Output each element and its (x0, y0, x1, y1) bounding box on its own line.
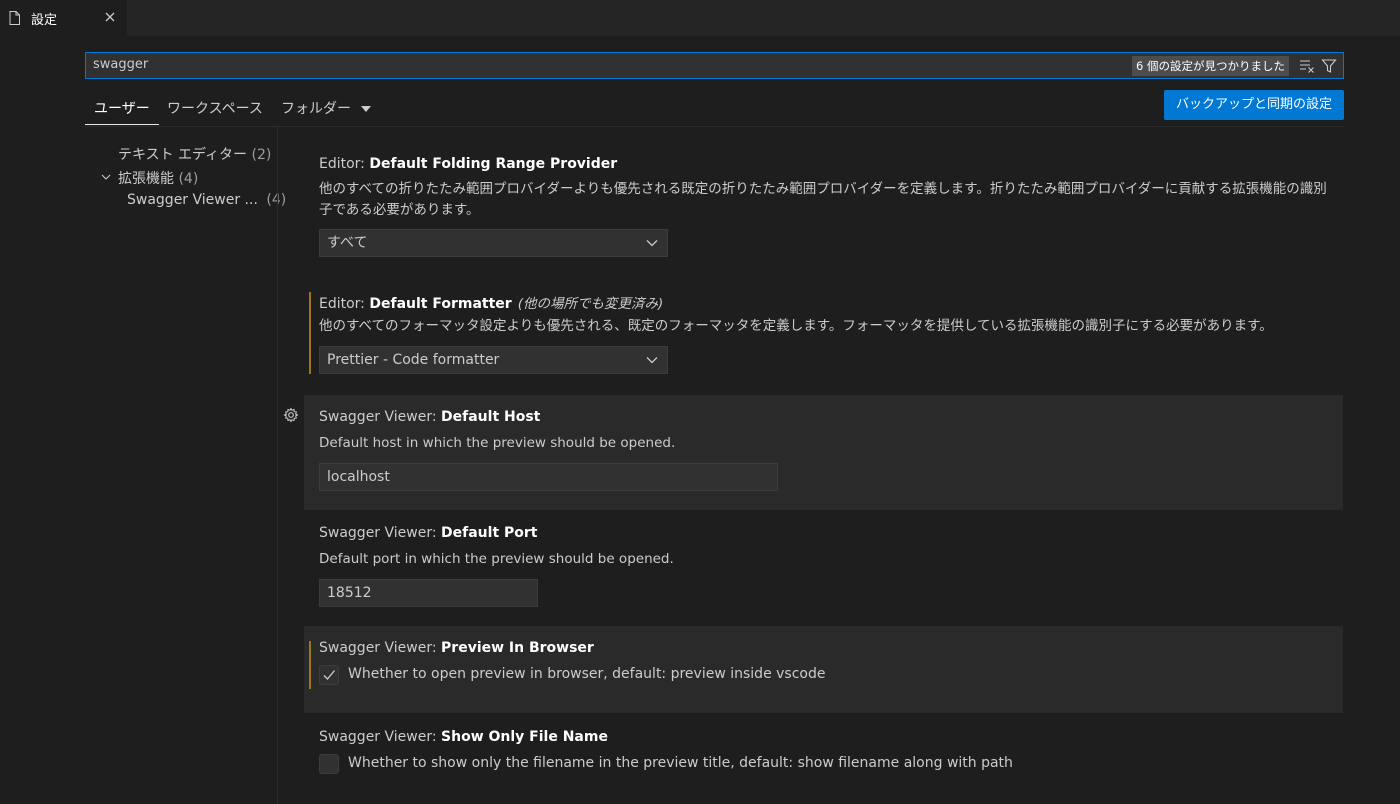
checkbox-label[interactable]: Whether to open preview in browser, defa… (348, 666, 825, 682)
active-tab-underline (85, 124, 159, 125)
toc-item-label: テキスト エディター (118, 147, 248, 163)
clear-filter-icon[interactable] (1299, 59, 1315, 73)
show-only-file-name-checkbox[interactable] (319, 754, 339, 774)
setting-title: Editor: Default Folding Range Provider (319, 156, 618, 172)
setting-default-formatter: Editor: Default Formatter (他の場所でも変更済み) 他の… (304, 280, 1343, 380)
setting-description: Default host in which the preview should… (319, 435, 676, 451)
toc-item-extensions[interactable]: 拡張機能 (4) (118, 168, 198, 188)
settings-search-input[interactable]: swagger 6 個の設定が見つかりました (85, 52, 1344, 79)
toc-item-text-editor[interactable]: テキスト エディター (2) (118, 144, 271, 164)
checkmark-icon (323, 670, 336, 680)
setting-title: Editor: Default Formatter (他の場所でも変更済み) (319, 296, 664, 312)
setting-show-only-file-name: Swagger Viewer: Show Only File Name Whet… (304, 715, 1343, 795)
toc-item-count: (2) (251, 147, 272, 163)
close-icon[interactable] (102, 9, 118, 25)
setting-title: Swagger Viewer: Preview In Browser (319, 640, 594, 656)
search-result-count: 6 個の設定が見つかりました (1132, 56, 1289, 76)
default-formatter-select[interactable]: Prettier - Code formatter (319, 346, 668, 374)
setting-title: Swagger Viewer: Default Host (319, 409, 541, 425)
modified-indicator (309, 292, 311, 374)
default-host-input[interactable]: localhost (319, 463, 778, 491)
setting-description: 他のすべての折りたたみ範囲プロバイダーよりも優先される既定の折りたたみ範囲プロバ… (319, 181, 1327, 218)
settings-toc: テキスト エディター (2) 拡張機能 (4) Swagger Viewer .… (85, 127, 286, 804)
toc-item-count: (4) (178, 171, 199, 187)
select-value: すべて (327, 235, 368, 251)
chevron-down-icon[interactable] (101, 172, 111, 182)
setting-title: Swagger Viewer: Default Port (319, 525, 538, 541)
toc-divider (277, 127, 278, 804)
setting-description: Default port in which the preview should… (319, 551, 674, 567)
toc-item-label: 拡張機能 (118, 171, 174, 187)
tab-title: 設定 (31, 13, 58, 28)
setting-preview-in-browser: Swagger Viewer: Preview In Browser Wheth… (304, 626, 1343, 713)
checkbox-label[interactable]: Whether to show only the filename in the… (348, 755, 1013, 771)
search-value[interactable]: swagger (93, 57, 148, 72)
folding-provider-select[interactable]: すべて (319, 229, 668, 257)
preview-in-browser-checkbox[interactable] (319, 665, 339, 685)
editor-tab-bar: 設定 (0, 0, 1400, 36)
modified-indicator (309, 641, 311, 689)
gear-icon[interactable] (283, 407, 299, 423)
select-value: Prettier - Code formatter (327, 352, 500, 368)
chevron-down-icon[interactable] (361, 106, 371, 112)
chevron-down-icon (646, 240, 658, 247)
modified-elsewhere-note[interactable]: (他の場所でも変更済み) (518, 296, 664, 312)
tab-workspace[interactable]: ワークスペース (167, 98, 263, 118)
tab-folder[interactable]: フォルダー (281, 98, 351, 118)
tab-user[interactable]: ユーザー (94, 98, 150, 118)
setting-description: 他のすべてのフォーマッタ設定よりも優先される、既定のフォーマッタを定義します。フ… (319, 318, 1273, 334)
setting-default-port: Swagger Viewer: Default Port Default por… (304, 512, 1343, 617)
setting-title: Swagger Viewer: Show Only File Name (319, 729, 608, 745)
toc-item-swagger-viewer[interactable]: Swagger Viewer ... (4) (127, 192, 286, 208)
setting-default-host: Swagger Viewer: Default Host Default hos… (304, 395, 1343, 510)
toc-item-label: Swagger Viewer ... (127, 192, 258, 208)
default-port-input[interactable]: 18512 (319, 579, 538, 607)
setting-default-folding-range-provider: Editor: Default Folding Range Provider 他… (304, 145, 1343, 270)
chevron-down-icon (646, 357, 658, 364)
filter-icon[interactable] (1321, 58, 1337, 74)
settings-tab[interactable]: 設定 (0, 0, 128, 36)
file-icon (9, 11, 20, 25)
backup-sync-button[interactable]: バックアップと同期の設定 (1164, 90, 1344, 120)
